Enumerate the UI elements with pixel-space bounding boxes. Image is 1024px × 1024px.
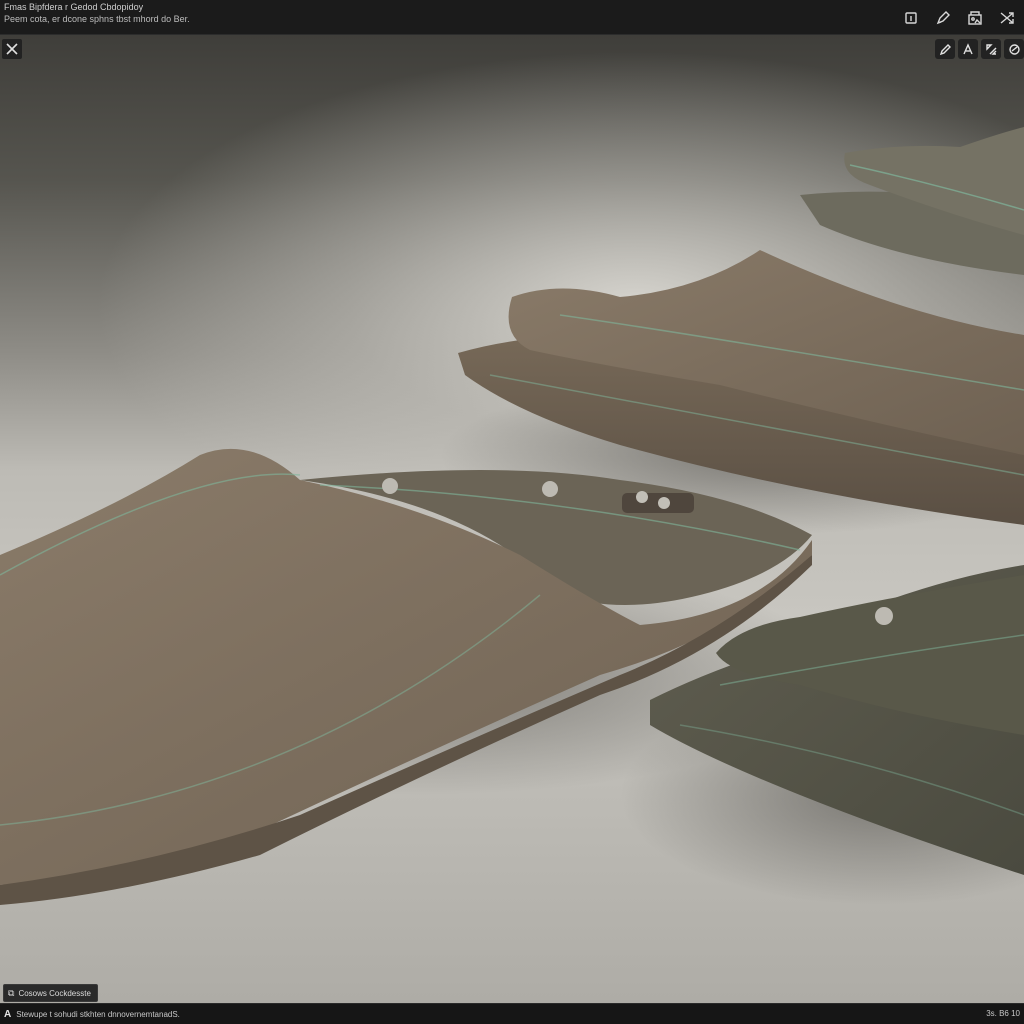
fabric-button [875, 607, 893, 625]
caption-chip[interactable]: ⧉ Cosows Cockdesste [3, 984, 98, 1002]
status-bar: A Stewupe t sohudi stkhten dnnovernemtan… [0, 1003, 1024, 1024]
copy-icon: ⧉ [8, 987, 15, 998]
top-actions [900, 7, 1018, 29]
fabric-button [542, 481, 558, 497]
frame-icon[interactable] [900, 7, 922, 29]
fabric-button [636, 491, 648, 503]
text-icon [962, 42, 973, 54]
gallery-icon[interactable] [964, 7, 986, 29]
status-info: 3s. B6 10 [986, 1009, 1020, 1018]
image-viewer [0, 35, 1024, 1003]
app-logo: A [4, 1009, 12, 1020]
text-button[interactable] [958, 39, 978, 59]
shuffle-icon[interactable] [996, 7, 1018, 29]
link-button[interactable] [1004, 39, 1024, 59]
fabric-scene [0, 127, 1024, 905]
fabric-button [658, 497, 670, 509]
link-icon [1008, 43, 1020, 55]
pen-icon[interactable] [932, 7, 954, 29]
scale-button[interactable] [981, 39, 1001, 59]
edit-icon [939, 43, 951, 55]
scale-icon [985, 43, 996, 55]
title-bar: Fmas Bipfdera r Gedod Cbdopidoy Peem cot… [0, 0, 1024, 35]
fabric-button [382, 478, 398, 494]
status-text: Stewupe t sohudi stkhten dnnovernemtanad… [16, 1010, 180, 1019]
window-subtitle: Peem cota, er dcone sphns tbst mhord do … [4, 14, 190, 24]
fabric-piece-far [800, 127, 1024, 275]
image-tools [935, 39, 1024, 59]
close-button[interactable] [2, 39, 22, 59]
caption-label: Cosows Cockdesste [18, 988, 91, 998]
close-icon [6, 43, 18, 55]
edit-button[interactable] [935, 39, 955, 59]
window-title: Fmas Bipfdera r Gedod Cbdopidoy [4, 2, 144, 12]
